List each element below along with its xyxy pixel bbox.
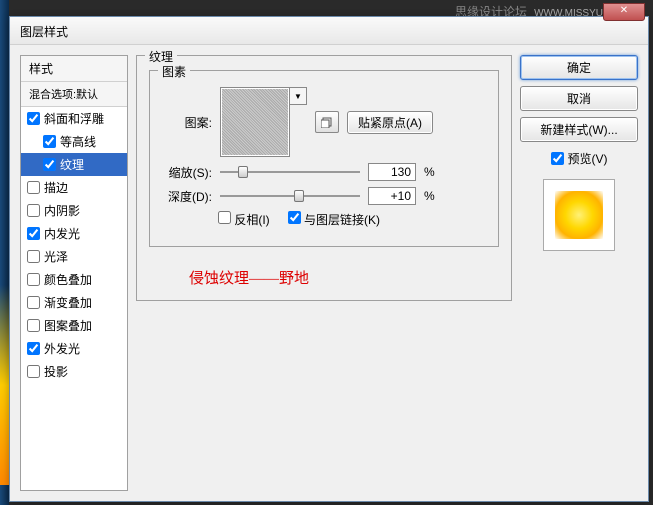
style-item-6[interactable]: 光泽 <box>21 245 127 268</box>
scale-input[interactable] <box>368 163 416 181</box>
style-checkbox-0[interactable] <box>27 112 40 125</box>
preview-box <box>543 179 615 251</box>
style-checkbox-2[interactable] <box>43 158 56 171</box>
texture-fieldset: 纹理 图素 图案: ▼ 贴紧原点(A) <box>136 55 512 301</box>
style-label-3: 描边 <box>44 179 68 196</box>
depth-unit: % <box>424 189 435 203</box>
style-label-5: 内发光 <box>44 225 80 242</box>
style-label-0: 斜面和浮雕 <box>44 110 104 127</box>
dialog-title: 图层样式 <box>20 25 68 39</box>
style-label-7: 颜色叠加 <box>44 271 92 288</box>
style-label-2: 纹理 <box>60 156 84 173</box>
close-button[interactable]: ✕ <box>603 3 645 21</box>
preview-checkbox[interactable] <box>551 152 564 165</box>
right-button-panel: 确定 取消 新建样式(W)... 预览(V) <box>520 55 638 491</box>
layer-style-dialog: 图层样式 ✕ 样式 混合选项:默认 斜面和浮雕等高线纹理描边内阴影内发光光泽颜色… <box>9 16 649 502</box>
style-checkbox-6[interactable] <box>27 250 40 263</box>
style-label-6: 光泽 <box>44 248 68 265</box>
style-item-1[interactable]: 等高线 <box>21 130 127 153</box>
styles-header[interactable]: 样式 <box>21 56 127 82</box>
pattern-dropdown[interactable]: ▼ <box>289 87 307 105</box>
styles-list-panel: 样式 混合选项:默认 斜面和浮雕等高线纹理描边内阴影内发光光泽颜色叠加渐变叠加图… <box>20 55 128 491</box>
style-item-5[interactable]: 内发光 <box>21 222 127 245</box>
style-label-9: 图案叠加 <box>44 317 92 334</box>
link-label: 与图层链接(K) <box>304 213 380 227</box>
style-checkbox-4[interactable] <box>27 204 40 217</box>
style-checkbox-7[interactable] <box>27 273 40 286</box>
depth-input[interactable] <box>368 187 416 205</box>
preview-swatch <box>555 191 603 239</box>
style-item-2[interactable]: 纹理 <box>21 153 127 176</box>
invert-label: 反相(I) <box>234 213 269 227</box>
depth-slider[interactable] <box>220 188 360 204</box>
blending-options[interactable]: 混合选项:默认 <box>21 82 127 107</box>
new-preset-button[interactable] <box>315 111 339 133</box>
style-label-10: 外发光 <box>44 340 80 357</box>
invert-checkbox[interactable] <box>218 211 231 224</box>
style-item-9[interactable]: 图案叠加 <box>21 314 127 337</box>
style-label-11: 投影 <box>44 363 68 380</box>
preview-label: 预览(V) <box>568 150 608 167</box>
style-checkbox-5[interactable] <box>27 227 40 240</box>
texture-settings-panel: 纹理 图素 图案: ▼ 贴紧原点(A) <box>136 55 512 491</box>
pattern-label: 图案: <box>162 114 212 131</box>
taskbar-edge <box>0 0 9 505</box>
new-preset-icon <box>321 116 333 128</box>
ok-button[interactable]: 确定 <box>520 55 638 80</box>
scale-unit: % <box>424 165 435 179</box>
preview-option[interactable]: 预览(V) <box>520 150 638 167</box>
scale-label: 缩放(S): <box>162 164 212 181</box>
style-checkbox-11[interactable] <box>27 365 40 378</box>
style-label-4: 内阴影 <box>44 202 80 219</box>
style-item-11[interactable]: 投影 <box>21 360 127 383</box>
style-item-3[interactable]: 描边 <box>21 176 127 199</box>
style-item-8[interactable]: 渐变叠加 <box>21 291 127 314</box>
annotation-text: 侵蚀纹理——野地 <box>189 267 499 288</box>
link-checkbox[interactable] <box>288 211 301 224</box>
taskbar-glow <box>0 285 9 485</box>
style-item-4[interactable]: 内阴影 <box>21 199 127 222</box>
cancel-button[interactable]: 取消 <box>520 86 638 111</box>
pattern-swatch[interactable] <box>220 87 290 157</box>
style-label-8: 渐变叠加 <box>44 294 92 311</box>
element-label: 图素 <box>158 63 190 80</box>
new-style-button[interactable]: 新建样式(W)... <box>520 117 638 142</box>
style-checkbox-3[interactable] <box>27 181 40 194</box>
style-checkbox-10[interactable] <box>27 342 40 355</box>
style-checkbox-9[interactable] <box>27 319 40 332</box>
style-item-0[interactable]: 斜面和浮雕 <box>21 107 127 130</box>
style-item-7[interactable]: 颜色叠加 <box>21 268 127 291</box>
style-item-10[interactable]: 外发光 <box>21 337 127 360</box>
scale-slider[interactable] <box>220 164 360 180</box>
snap-origin-button[interactable]: 贴紧原点(A) <box>347 111 433 134</box>
depth-label: 深度(D): <box>162 188 212 205</box>
style-checkbox-1[interactable] <box>43 135 56 148</box>
invert-option[interactable]: 反相(I) <box>218 211 270 228</box>
styles-list: 斜面和浮雕等高线纹理描边内阴影内发光光泽颜色叠加渐变叠加图案叠加外发光投影 <box>21 107 127 383</box>
style-label-1: 等高线 <box>60 133 96 150</box>
style-checkbox-8[interactable] <box>27 296 40 309</box>
link-option[interactable]: 与图层链接(K) <box>288 211 380 228</box>
element-fieldset: 图素 图案: ▼ 贴紧原点(A) 缩放(S): <box>149 70 499 247</box>
titlebar[interactable]: 图层样式 ✕ <box>10 17 648 45</box>
